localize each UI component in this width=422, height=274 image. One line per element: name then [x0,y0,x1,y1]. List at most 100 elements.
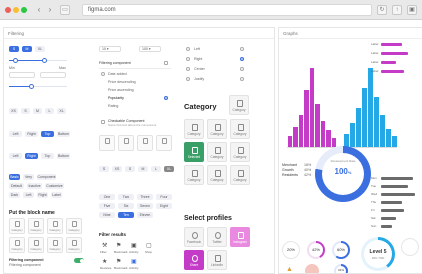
tag-chip[interactable]: Right [25,131,38,137]
min-input[interactable] [9,72,35,78]
tag-chip[interactable]: Label [51,192,62,198]
page-size-select[interactable]: 10 ▾ [99,46,121,52]
checkable-checkbox[interactable] [101,120,105,124]
activity-icon[interactable]: ▣ [131,242,137,249]
category-card[interactable]: Category [230,119,250,139]
forward-icon[interactable]: › [45,5,55,15]
tag-chip[interactable]: XL [57,108,66,114]
size-chip[interactable]: S [125,166,135,172]
day-chip[interactable]: Three [137,194,153,200]
category-card[interactable]: Category [207,142,227,162]
sort-radio[interactable] [101,72,105,76]
size-chip[interactable]: XS [112,166,122,172]
maximize-dot-icon[interactable] [21,7,27,13]
category-card[interactable] [137,135,153,151]
tag-chip[interactable]: Very [23,174,34,180]
day-chip[interactable]: Eleven [137,212,153,218]
category-card[interactable]: Category [207,119,227,139]
toggle-switch[interactable] [74,258,84,263]
reviews-icon[interactable]: ★ [102,258,107,265]
tag-chip[interactable]: Bottom [57,131,70,137]
tag-chip[interactable]: Right [25,153,38,159]
minimize-dot-icon[interactable] [13,7,19,13]
tag-chip[interactable]: Component [37,174,56,180]
day-chip[interactable]: Nine [99,212,115,218]
activity-icon[interactable]: ▣ [131,258,137,265]
range-slider[interactable] [9,58,67,63]
category-card[interactable]: Category [184,119,204,139]
day-chip[interactable]: Eight [156,203,172,209]
category-card[interactable]: Category [28,237,44,253]
category-card[interactable]: Category [230,165,250,185]
align-radio[interactable] [240,77,244,81]
align-radio[interactable] [186,57,190,61]
size-chip[interactable]: S [99,166,109,172]
tag-chip[interactable]: Top [41,131,54,137]
category-card[interactable]: Category [229,95,249,115]
size-chip[interactable]: XL [164,166,174,172]
tag-chip[interactable]: Bottom [57,153,70,159]
category-card[interactable]: Category [230,142,250,162]
tag-chip[interactable]: Dark [9,192,20,198]
category-card[interactable]: Category [66,237,82,253]
filter-icon[interactable]: ⚒ [102,242,107,249]
shop-icon[interactable]: ▢ [146,242,152,249]
twitter-card[interactable]: Twitter [207,227,227,247]
filter-checkbox[interactable] [164,61,168,65]
align-radio[interactable] [240,67,244,71]
tag-chip[interactable]: S [21,108,30,114]
align-radio-selected[interactable] [240,57,244,61]
category-card[interactable]: Category [207,165,227,185]
size-chip[interactable]: M [22,46,32,52]
sidebar-icon[interactable]: ▭ [60,5,70,15]
size-chip[interactable]: XL [35,46,45,52]
sort-radio-selected[interactable] [164,96,168,100]
tabs-icon[interactable]: ▣ [407,5,417,15]
tag-chip[interactable]: Customize [45,183,64,189]
align-radio[interactable] [186,77,190,81]
category-card[interactable] [99,135,115,151]
align-radio[interactable] [186,67,190,71]
day-chip[interactable]: One [99,194,115,200]
category-card[interactable] [156,135,172,151]
day-chip[interactable]: Seven [137,203,153,209]
day-chip[interactable]: Four [156,194,172,200]
category-card[interactable]: Category [184,165,204,185]
tag-chip[interactable]: Left [23,192,34,198]
tag-chip[interactable]: M [33,108,42,114]
instagram-card[interactable]: Instagram [230,227,250,247]
linkedin-card[interactable]: LinkedIn [207,250,227,270]
category-card[interactable] [118,135,134,151]
share-icon[interactable]: ↑ [392,5,402,15]
category-card[interactable]: Category [9,237,25,253]
single-slider[interactable] [9,84,67,89]
facebook-card[interactable]: Facebook [184,227,204,247]
align-radio[interactable] [186,47,190,51]
size-chip[interactable]: L [151,166,161,172]
max-input[interactable] [40,72,66,78]
bookmark-icon[interactable]: ⚑ [116,242,121,249]
align-radio[interactable] [240,47,244,51]
category-card[interactable]: Category [47,237,63,253]
tag-chip[interactable]: Top [41,153,54,159]
close-dot-icon[interactable] [5,7,11,13]
category-card[interactable]: Category [66,218,82,234]
category-card[interactable]: Category [28,218,44,234]
tag-chip[interactable]: L [45,108,54,114]
selected-card[interactable]: Selected [184,142,204,162]
back-icon[interactable]: ‹ [34,5,44,15]
day-chip[interactable]: Two [118,194,134,200]
bookmark-icon[interactable]: ⚑ [116,258,121,265]
category-card[interactable]: Category [9,218,25,234]
share-card[interactable]: Share [184,250,204,270]
tag-chip[interactable]: Right [37,192,48,198]
tag-chip[interactable]: Default [9,183,24,189]
category-card[interactable]: Category [47,218,63,234]
tag-chip[interactable]: Left [9,153,22,159]
day-chip[interactable]: Five [99,203,115,209]
price-select[interactable]: 100 ▾ [139,46,161,52]
size-chip[interactable]: M [138,166,148,172]
size-chip[interactable]: S [9,46,19,52]
day-chip[interactable]: Six [118,203,134,209]
tag-chip[interactable]: Basic [9,174,20,180]
